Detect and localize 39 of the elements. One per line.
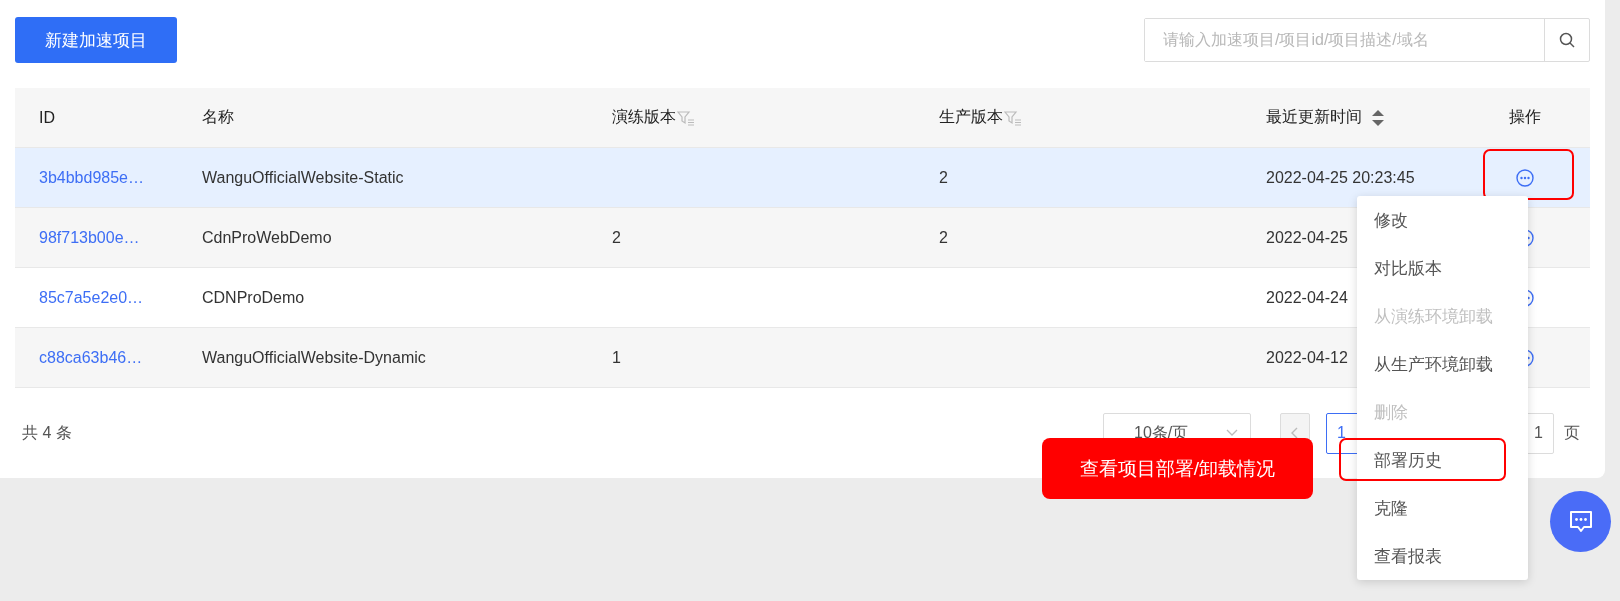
column-header: ID (39, 108, 55, 127)
create-project-button[interactable]: 新建加速项目 (15, 17, 177, 63)
table-cell: 1 (612, 348, 621, 367)
table-cell: 2022-04-24 (1266, 288, 1348, 307)
total-count: 共 4 条 (22, 422, 72, 443)
project-id-link[interactable]: 98f713b00e… (39, 228, 140, 247)
column-header: 操作 (1509, 107, 1541, 127)
menu-item[interactable]: 克隆 (1357, 484, 1528, 532)
table-cell: WanguOfficialWebsite-Dynamic (202, 348, 426, 367)
table-cell: CdnProWebDemo (202, 228, 332, 247)
table-cell: 2 (939, 168, 948, 187)
table-cell: 2022-04-25 20:23:45 (1266, 168, 1415, 187)
project-id-link[interactable]: c88ca63b46… (39, 348, 143, 367)
table-cell: 2 (612, 228, 621, 247)
project-id-link[interactable]: 85c7a5e2e0… (39, 288, 144, 307)
menu-item[interactable]: 对比版本 (1357, 244, 1528, 292)
sort-icon[interactable] (1371, 108, 1385, 127)
table-cell: WanguOfficialWebsite-Static (202, 168, 404, 187)
table-cell: 2 (939, 228, 948, 247)
chat-button[interactable] (1550, 491, 1611, 552)
menu-item[interactable]: 修改 (1357, 196, 1528, 244)
caret-icon (1226, 429, 1238, 437)
project-id-link[interactable]: 3b4bbd985e… (39, 168, 144, 187)
search-icon (1558, 31, 1576, 49)
table-cell: 2022-04-12 (1266, 348, 1348, 367)
column-header: 名称 (202, 107, 234, 127)
menu-item[interactable]: 从生产环境卸载 (1357, 340, 1528, 388)
column-header: 最近更新时间 (1266, 107, 1362, 127)
search-field[interactable]: 请输入加速项目/项目id/项目描述/域名 (1144, 18, 1590, 62)
chat-icon (1567, 508, 1594, 535)
menu-item[interactable]: 部署历史 (1357, 436, 1528, 484)
annotation-tooltip: 查看项目部署/卸载情况 (1042, 438, 1313, 499)
menu-item[interactable]: 查看报表 (1357, 532, 1528, 580)
page-suffix: 页 (1564, 422, 1580, 443)
table-cell: CDNProDemo (202, 288, 305, 307)
more-icon[interactable] (1515, 167, 1535, 188)
column-header: 生产版本 (939, 107, 1003, 127)
table-cell: 2022-04-25 (1266, 228, 1348, 247)
column-header: 演练版本 (612, 107, 676, 127)
